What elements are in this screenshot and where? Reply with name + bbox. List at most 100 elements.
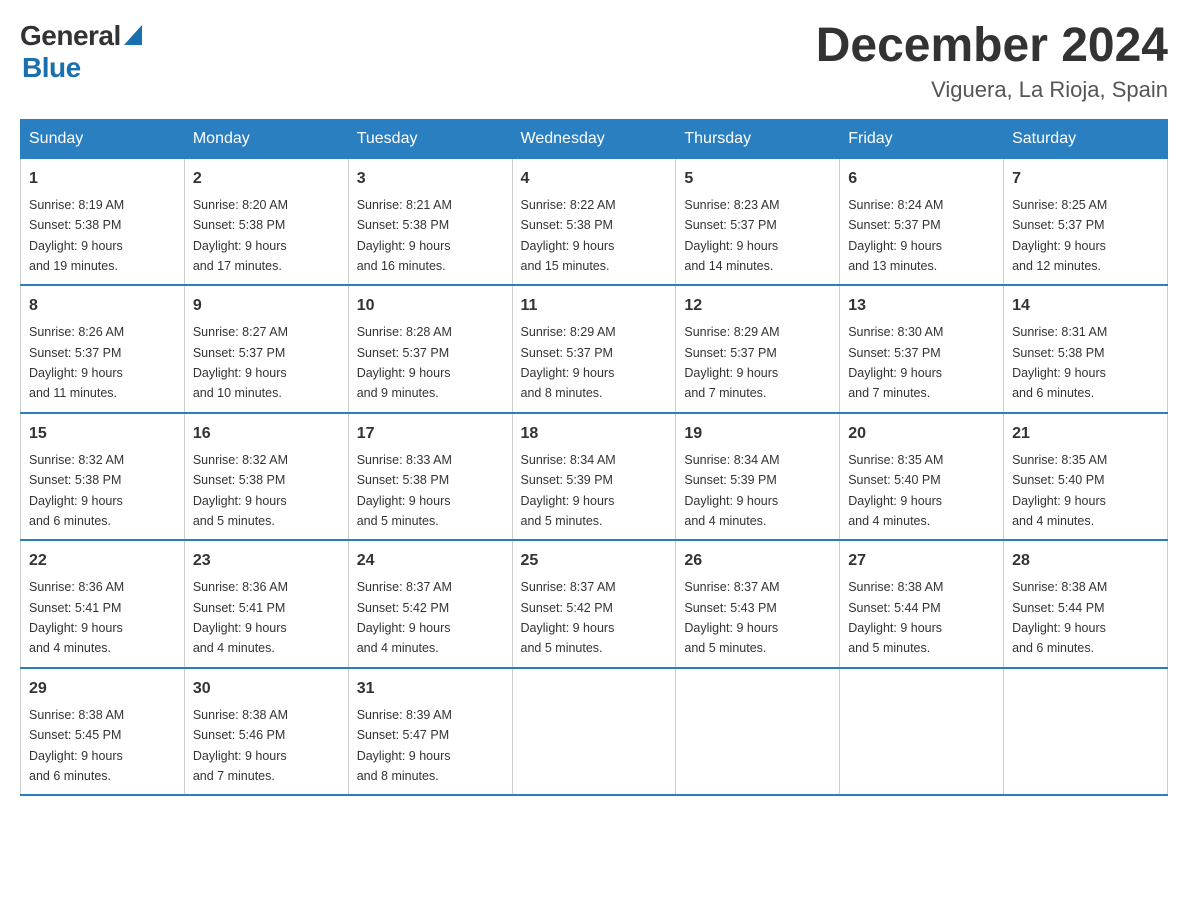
day-number: 23	[193, 549, 340, 573]
calendar-week-2: 8 Sunrise: 8:26 AM Sunset: 5:37 PM Dayli…	[21, 285, 1168, 413]
calendar-header: Sunday Monday Tuesday Wednesday Thursday…	[21, 119, 1168, 158]
calendar-week-4: 22 Sunrise: 8:36 AM Sunset: 5:41 PM Dayl…	[21, 540, 1168, 668]
table-row: 23 Sunrise: 8:36 AM Sunset: 5:41 PM Dayl…	[184, 540, 348, 668]
day-number: 29	[29, 677, 176, 701]
col-saturday: Saturday	[1004, 119, 1168, 158]
day-number: 17	[357, 422, 504, 446]
day-info: Sunrise: 8:37 AM Sunset: 5:42 PM Dayligh…	[521, 580, 616, 655]
table-row: 13 Sunrise: 8:30 AM Sunset: 5:37 PM Dayl…	[840, 285, 1004, 413]
table-row: 17 Sunrise: 8:33 AM Sunset: 5:38 PM Dayl…	[348, 413, 512, 541]
day-info: Sunrise: 8:29 AM Sunset: 5:37 PM Dayligh…	[684, 325, 779, 400]
day-info: Sunrise: 8:34 AM Sunset: 5:39 PM Dayligh…	[684, 453, 779, 528]
day-number: 28	[1012, 549, 1159, 573]
day-info: Sunrise: 8:32 AM Sunset: 5:38 PM Dayligh…	[29, 453, 124, 528]
table-row: 6 Sunrise: 8:24 AM Sunset: 5:37 PM Dayli…	[840, 158, 1004, 285]
calendar-body: 1 Sunrise: 8:19 AM Sunset: 5:38 PM Dayli…	[21, 158, 1168, 795]
day-info: Sunrise: 8:39 AM Sunset: 5:47 PM Dayligh…	[357, 708, 452, 783]
day-number: 14	[1012, 294, 1159, 318]
table-row: 16 Sunrise: 8:32 AM Sunset: 5:38 PM Dayl…	[184, 413, 348, 541]
day-number: 4	[521, 167, 668, 191]
day-number: 26	[684, 549, 831, 573]
table-row: 26 Sunrise: 8:37 AM Sunset: 5:43 PM Dayl…	[676, 540, 840, 668]
day-number: 19	[684, 422, 831, 446]
day-number: 12	[684, 294, 831, 318]
logo-general: General	[20, 20, 121, 52]
day-info: Sunrise: 8:36 AM Sunset: 5:41 PM Dayligh…	[193, 580, 288, 655]
col-monday: Monday	[184, 119, 348, 158]
day-number: 7	[1012, 167, 1159, 191]
table-row	[676, 668, 840, 796]
day-info: Sunrise: 8:31 AM Sunset: 5:38 PM Dayligh…	[1012, 325, 1107, 400]
day-number: 30	[193, 677, 340, 701]
day-number: 1	[29, 167, 176, 191]
day-info: Sunrise: 8:37 AM Sunset: 5:43 PM Dayligh…	[684, 580, 779, 655]
day-number: 11	[521, 294, 668, 318]
table-row: 7 Sunrise: 8:25 AM Sunset: 5:37 PM Dayli…	[1004, 158, 1168, 285]
day-info: Sunrise: 8:34 AM Sunset: 5:39 PM Dayligh…	[521, 453, 616, 528]
table-row: 24 Sunrise: 8:37 AM Sunset: 5:42 PM Dayl…	[348, 540, 512, 668]
day-info: Sunrise: 8:38 AM Sunset: 5:44 PM Dayligh…	[848, 580, 943, 655]
table-row: 20 Sunrise: 8:35 AM Sunset: 5:40 PM Dayl…	[840, 413, 1004, 541]
table-row: 4 Sunrise: 8:22 AM Sunset: 5:38 PM Dayli…	[512, 158, 676, 285]
table-row: 10 Sunrise: 8:28 AM Sunset: 5:37 PM Dayl…	[348, 285, 512, 413]
day-number: 16	[193, 422, 340, 446]
day-number: 10	[357, 294, 504, 318]
table-row: 18 Sunrise: 8:34 AM Sunset: 5:39 PM Dayl…	[512, 413, 676, 541]
day-number: 5	[684, 167, 831, 191]
day-info: Sunrise: 8:33 AM Sunset: 5:38 PM Dayligh…	[357, 453, 452, 528]
day-number: 31	[357, 677, 504, 701]
day-info: Sunrise: 8:25 AM Sunset: 5:37 PM Dayligh…	[1012, 198, 1107, 273]
day-number: 3	[357, 167, 504, 191]
day-info: Sunrise: 8:24 AM Sunset: 5:37 PM Dayligh…	[848, 198, 943, 273]
day-info: Sunrise: 8:26 AM Sunset: 5:37 PM Dayligh…	[29, 325, 124, 400]
table-row: 14 Sunrise: 8:31 AM Sunset: 5:38 PM Dayl…	[1004, 285, 1168, 413]
table-row: 21 Sunrise: 8:35 AM Sunset: 5:40 PM Dayl…	[1004, 413, 1168, 541]
day-number: 25	[521, 549, 668, 573]
col-wednesday: Wednesday	[512, 119, 676, 158]
day-info: Sunrise: 8:19 AM Sunset: 5:38 PM Dayligh…	[29, 198, 124, 273]
table-row: 9 Sunrise: 8:27 AM Sunset: 5:37 PM Dayli…	[184, 285, 348, 413]
calendar-week-5: 29 Sunrise: 8:38 AM Sunset: 5:45 PM Dayl…	[21, 668, 1168, 796]
calendar-table: Sunday Monday Tuesday Wednesday Thursday…	[20, 119, 1168, 797]
day-number: 21	[1012, 422, 1159, 446]
page-header: General Blue December 2024 Viguera, La R…	[20, 20, 1168, 103]
day-info: Sunrise: 8:29 AM Sunset: 5:37 PM Dayligh…	[521, 325, 616, 400]
col-thursday: Thursday	[676, 119, 840, 158]
calendar-week-3: 15 Sunrise: 8:32 AM Sunset: 5:38 PM Dayl…	[21, 413, 1168, 541]
day-number: 8	[29, 294, 176, 318]
day-info: Sunrise: 8:28 AM Sunset: 5:37 PM Dayligh…	[357, 325, 452, 400]
logo-blue: Blue	[22, 52, 81, 83]
day-info: Sunrise: 8:35 AM Sunset: 5:40 PM Dayligh…	[848, 453, 943, 528]
table-row: 25 Sunrise: 8:37 AM Sunset: 5:42 PM Dayl…	[512, 540, 676, 668]
table-row: 30 Sunrise: 8:38 AM Sunset: 5:46 PM Dayl…	[184, 668, 348, 796]
day-info: Sunrise: 8:22 AM Sunset: 5:38 PM Dayligh…	[521, 198, 616, 273]
table-row: 31 Sunrise: 8:39 AM Sunset: 5:47 PM Dayl…	[348, 668, 512, 796]
table-row: 22 Sunrise: 8:36 AM Sunset: 5:41 PM Dayl…	[21, 540, 185, 668]
table-row	[1004, 668, 1168, 796]
title-section: December 2024 Viguera, La Rioja, Spain	[816, 20, 1168, 103]
table-row: 8 Sunrise: 8:26 AM Sunset: 5:37 PM Dayli…	[21, 285, 185, 413]
day-info: Sunrise: 8:23 AM Sunset: 5:37 PM Dayligh…	[684, 198, 779, 273]
table-row: 15 Sunrise: 8:32 AM Sunset: 5:38 PM Dayl…	[21, 413, 185, 541]
day-number: 2	[193, 167, 340, 191]
day-number: 6	[848, 167, 995, 191]
day-info: Sunrise: 8:30 AM Sunset: 5:37 PM Dayligh…	[848, 325, 943, 400]
table-row: 29 Sunrise: 8:38 AM Sunset: 5:45 PM Dayl…	[21, 668, 185, 796]
day-number: 18	[521, 422, 668, 446]
day-info: Sunrise: 8:32 AM Sunset: 5:38 PM Dayligh…	[193, 453, 288, 528]
table-row: 1 Sunrise: 8:19 AM Sunset: 5:38 PM Dayli…	[21, 158, 185, 285]
day-info: Sunrise: 8:21 AM Sunset: 5:38 PM Dayligh…	[357, 198, 452, 273]
col-tuesday: Tuesday	[348, 119, 512, 158]
table-row: 3 Sunrise: 8:21 AM Sunset: 5:38 PM Dayli…	[348, 158, 512, 285]
day-number: 15	[29, 422, 176, 446]
day-info: Sunrise: 8:38 AM Sunset: 5:44 PM Dayligh…	[1012, 580, 1107, 655]
logo-triangle-icon	[124, 25, 142, 45]
day-info: Sunrise: 8:36 AM Sunset: 5:41 PM Dayligh…	[29, 580, 124, 655]
col-friday: Friday	[840, 119, 1004, 158]
location: Viguera, La Rioja, Spain	[816, 77, 1168, 103]
day-info: Sunrise: 8:38 AM Sunset: 5:46 PM Dayligh…	[193, 708, 288, 783]
day-info: Sunrise: 8:37 AM Sunset: 5:42 PM Dayligh…	[357, 580, 452, 655]
table-row: 19 Sunrise: 8:34 AM Sunset: 5:39 PM Dayl…	[676, 413, 840, 541]
day-number: 22	[29, 549, 176, 573]
day-number: 24	[357, 549, 504, 573]
